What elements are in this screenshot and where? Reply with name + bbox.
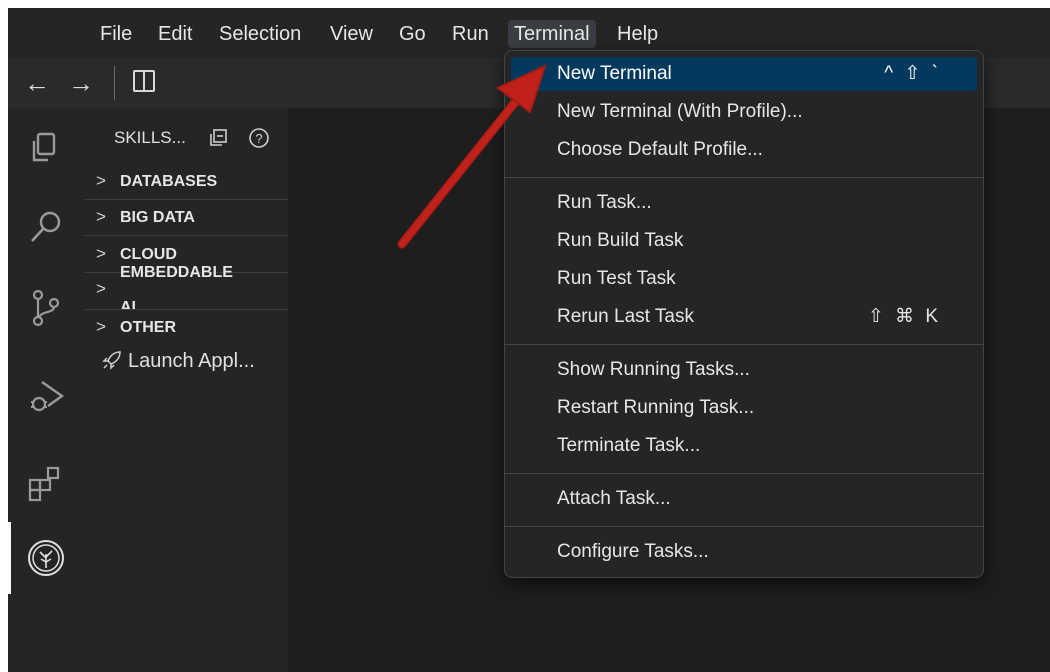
run-debug-icon[interactable]: [26, 376, 66, 416]
sidebar-title: SKILLS...: [114, 128, 186, 147]
active-indicator: [8, 522, 11, 594]
section-databases[interactable]: > DATABASES: [84, 164, 288, 200]
menu-item-configure-tasks[interactable]: Configure Tasks...: [511, 535, 977, 569]
menu-item-run-test-task[interactable]: Run Test Task: [511, 262, 977, 296]
chevron-right-icon: >: [96, 279, 106, 298]
item-label: Restart Running Task...: [557, 397, 755, 418]
search-icon[interactable]: [26, 208, 66, 248]
section-big-data[interactable]: > BIG DATA: [84, 200, 288, 236]
menu-item-attach-task[interactable]: Attach Task...: [511, 482, 977, 516]
source-control-icon[interactable]: [26, 288, 66, 328]
back-arrow-icon[interactable]: ←: [24, 68, 50, 98]
section-label: CLOUD: [120, 246, 177, 263]
section-label: OTHER: [120, 319, 176, 336]
menu-item-new-terminal-with-profile[interactable]: New Terminal (With Profile)...: [511, 95, 977, 129]
menu-go[interactable]: Go: [393, 20, 432, 48]
rocket-icon: [102, 351, 121, 370]
item-shortcut: ⇧ ⌘ K: [867, 306, 941, 327]
skills-tree-icon[interactable]: [26, 538, 66, 578]
menu-item-restart-running-task[interactable]: Restart Running Task...: [511, 391, 977, 425]
item-label: Run Task...: [557, 192, 652, 213]
menu-terminal[interactable]: Terminal: [508, 20, 596, 48]
menu-item-rerun-last-task[interactable]: Rerun Last Task ⇧ ⌘ K: [511, 300, 977, 334]
menu-item-show-running-tasks[interactable]: Show Running Tasks...: [511, 353, 977, 387]
item-label: Run Test Task: [557, 268, 676, 289]
menu-item-new-terminal[interactable]: New Terminal ^ ⇧ `: [511, 57, 977, 91]
activity-bar: [8, 108, 84, 672]
menu-item-run-task[interactable]: Run Task...: [511, 186, 977, 220]
help-icon[interactable]: ?: [248, 127, 270, 149]
item-label: Show Running Tasks...: [557, 359, 750, 380]
item-label: Terminate Task...: [557, 435, 701, 456]
section-other[interactable]: > OTHER: [84, 310, 288, 345]
chevron-right-icon: >: [96, 244, 106, 263]
sidebar: SKILLS... ? > DATABASES > BIG DATA > CLO…: [84, 108, 288, 672]
item-label: Run Build Task: [557, 230, 684, 251]
item-label: Attach Task...: [557, 488, 671, 509]
menu-item-choose-default-profile[interactable]: Choose Default Profile...: [511, 133, 977, 167]
forward-arrow-icon[interactable]: →: [68, 68, 94, 98]
menu-file[interactable]: File: [94, 20, 138, 48]
item-shortcut: ^ ⇧ `: [884, 63, 941, 84]
menu-separator: [505, 177, 983, 178]
item-label: Configure Tasks...: [557, 541, 709, 562]
svg-text:?: ?: [255, 131, 262, 146]
launch-label: Launch Appl...: [128, 350, 255, 372]
menu-run[interactable]: Run: [446, 20, 495, 48]
vscode-window: File Edit Selection View Go Run Terminal…: [8, 8, 1050, 672]
section-label: DATABASES: [120, 173, 218, 190]
menu-help[interactable]: Help: [611, 20, 664, 48]
toggle-sidebar-icon[interactable]: [133, 70, 155, 92]
collapse-all-icon[interactable]: [208, 128, 228, 148]
extensions-icon[interactable]: [26, 464, 66, 504]
menu-view[interactable]: View: [324, 20, 379, 48]
section-label: AI: [120, 299, 136, 310]
menu-separator: [505, 526, 983, 527]
menu-item-run-build-task[interactable]: Run Build Task: [511, 224, 977, 258]
menu-selection[interactable]: Selection: [213, 20, 307, 48]
section-cloud[interactable]: > CLOUD EMBEDDABLE: [84, 236, 288, 281]
menu-edit[interactable]: Edit: [152, 20, 198, 48]
chevron-right-icon: >: [96, 207, 106, 226]
section-label: BIG DATA: [120, 209, 195, 226]
launch-application-item[interactable]: Launch Appl...: [102, 350, 255, 373]
terminal-menu-dropdown: New Terminal ^ ⇧ ` New Terminal (With Pr…: [504, 50, 984, 578]
item-label: New Terminal (With Profile)...: [557, 101, 803, 122]
item-label: New Terminal: [557, 63, 672, 84]
chevron-right-icon: >: [96, 317, 106, 336]
chevron-right-icon: >: [96, 171, 106, 190]
item-label: Choose Default Profile...: [557, 139, 763, 160]
menu-separator: [505, 473, 983, 474]
toolbar-divider: [114, 66, 115, 100]
item-label: Rerun Last Task: [557, 306, 694, 327]
explorer-icon[interactable]: [26, 128, 66, 168]
section-ai[interactable]: > AI: [84, 273, 288, 310]
menu-separator: [505, 344, 983, 345]
menu-item-terminate-task[interactable]: Terminate Task...: [511, 429, 977, 463]
